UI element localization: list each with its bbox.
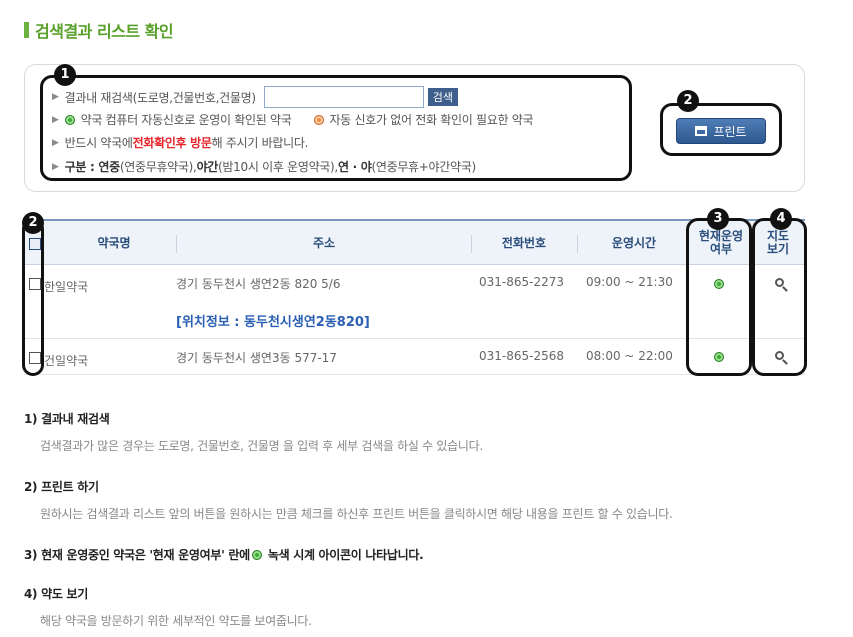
green-clock-icon <box>251 549 262 560</box>
help-title: 1) 결과내 재검색 <box>24 412 110 426</box>
pharmacy-name: 건일약국 <box>44 354 89 368</box>
category-1: (연중무휴약국), <box>119 160 197 174</box>
category-label: 구분 : 연중 <box>64 160 121 174</box>
category-row: ▶ 구분 : 연중 (연중무휴약국), 야간 (밤10시 이후 운영약국), 연… <box>52 158 476 175</box>
notice-red: 전화확인후 방문 <box>132 136 212 150</box>
search-input[interactable] <box>263 86 424 108</box>
help-section-4: 4) 약도 보기 해당 약국을 방문하기 위한 세부적인 약도를 보여줍니다. <box>24 585 312 629</box>
legend-green-text: 약국 컴퓨터 자동신호로 운영이 확인된 약국 <box>80 113 292 127</box>
header-divider <box>471 235 472 253</box>
header-divider <box>176 235 177 253</box>
title-bar-marker <box>24 22 29 38</box>
bullet-triangle-icon: ▶ <box>52 137 59 148</box>
callout-number-4: 4 <box>770 208 792 230</box>
orange-clock-icon <box>313 114 324 125</box>
help-title: 3) 현재 운영중인 약국은 '현재 운영여부' 란에 녹색 시계 아이콘이 나… <box>24 546 424 563</box>
notice-post: 해 주시기 바랍니다. <box>211 136 309 150</box>
help-title: 4) 약도 보기 <box>24 587 88 601</box>
help-desc: 원하시는 검색결과 리스트 앞의 버튼을 원하시는 만큼 체크를 하신후 프린트… <box>40 507 673 521</box>
callout-map-frame <box>752 218 807 376</box>
callout-number-1: 1 <box>54 64 76 86</box>
print-button-label: 프린트 <box>713 124 747 139</box>
pharmacy-address: 경기 동두천시 생연2동 820 5/6 <box>176 277 341 291</box>
green-clock-icon <box>64 114 75 125</box>
category-2: (밤10시 이후 운영약국), <box>218 160 338 174</box>
help-section-1: 1) 결과내 재검색 검색결과가 많은 경우는 도로명, 건물번호, 건물명 을… <box>24 410 483 454</box>
category-3: (연중무휴+야간약국) <box>371 160 476 174</box>
page-title-text: 검색결과 리스트 확인 <box>35 22 174 41</box>
legend-orange-text: 자동 신호가 없어 전화 확인이 필요한 약국 <box>329 113 534 127</box>
header-name: 약국명 <box>97 235 131 250</box>
pharmacy-phone: 031-865-2273 <box>479 275 565 289</box>
pharmacy-name: 한일약국 <box>44 280 89 294</box>
print-button[interactable]: 프린트 <box>676 118 766 144</box>
research-row: ▶ 결과내 재검색(도로명,건물번호,건물명) 검색 <box>52 86 459 108</box>
pharmacy-address: 경기 동두천시 생연3동 577-17 <box>176 351 337 365</box>
help-section-3: 3) 현재 운영중인 약국은 '현재 운영여부' 란에 녹색 시계 아이콘이 나… <box>24 546 424 563</box>
help-title: 2) 프린트 하기 <box>24 480 99 494</box>
notice-row: ▶ 반드시 약국에 전화확인후 방문 해 주시기 바랍니다. <box>52 134 308 151</box>
search-button[interactable]: 검색 <box>427 88 459 106</box>
callout-status-frame <box>686 218 752 376</box>
bullet-triangle-icon: ▶ <box>52 92 59 102</box>
callout-checkbox-frame <box>22 218 44 376</box>
page-title: 검색결과 리스트 확인 <box>24 20 174 41</box>
printer-icon <box>695 126 708 136</box>
callout-number-2b: 2 <box>22 212 44 234</box>
callout-number-2: 2 <box>677 90 699 112</box>
help-title-post: 녹색 시계 아이콘이 나타납니다. <box>267 548 424 562</box>
pharmacy-hours: 08:00 ~ 22:00 <box>586 349 673 363</box>
help-title-pre: 3) 현재 운영중인 약국은 '현재 운영여부' 란에 <box>24 548 250 562</box>
category-3-bold: 연 · 야 <box>337 160 372 174</box>
header-address: 주소 <box>312 235 336 250</box>
header-divider <box>577 235 578 253</box>
help-desc: 해당 약국을 방문하기 위한 세부적인 약도를 보여줍니다. <box>40 614 312 628</box>
category-2-bold: 야간 <box>196 160 219 174</box>
notice-pre: 반드시 약국에 <box>64 136 133 150</box>
bullet-triangle-icon: ▶ <box>52 114 59 125</box>
pharmacy-hours: 09:00 ~ 21:30 <box>586 275 673 289</box>
research-label: 결과내 재검색(도로명,건물번호,건물명) <box>64 90 256 105</box>
callout-number-3: 3 <box>707 208 729 230</box>
location-info-link[interactable]: [위치정보 : 동두천시생연2동820] <box>176 311 370 330</box>
pharmacy-phone: 031-865-2568 <box>479 349 565 363</box>
help-section-2: 2) 프린트 하기 원하시는 검색결과 리스트 앞의 버튼을 원하시는 만큼 체… <box>24 478 673 522</box>
header-hours: 운영시간 <box>611 235 657 250</box>
legend-row: ▶ 약국 컴퓨터 자동신호로 운영이 확인된 약국 자동 신호가 없어 전화 확… <box>52 111 534 128</box>
header-phone: 전화번호 <box>501 235 547 250</box>
bullet-triangle-icon: ▶ <box>52 161 59 172</box>
help-desc: 검색결과가 많은 경우는 도로명, 건물번호, 건물명 을 입력 후 세부 검색… <box>40 439 483 453</box>
